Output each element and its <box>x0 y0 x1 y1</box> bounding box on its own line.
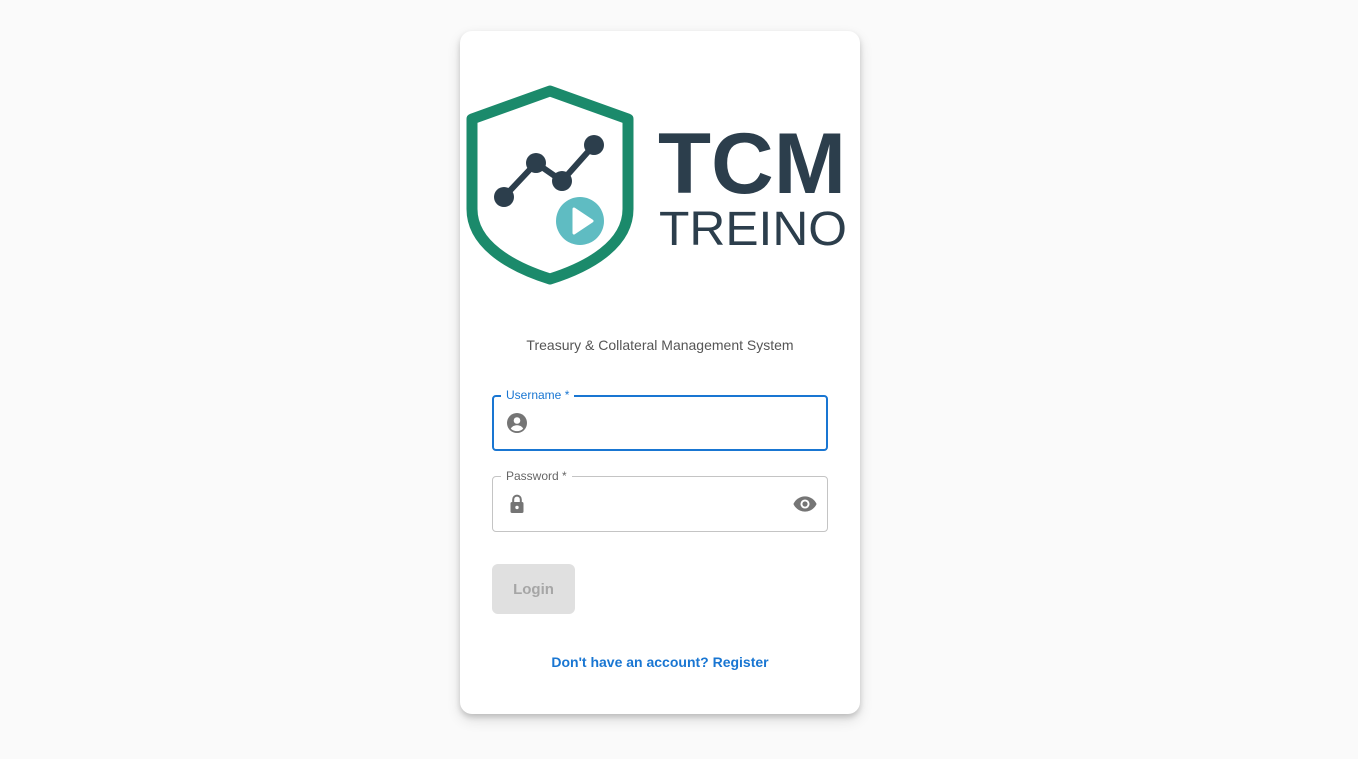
password-field[interactable]: Password * <box>492 468 828 533</box>
lock-icon <box>510 494 524 513</box>
tcm-treino-logo: TCM TREINO <box>466 85 847 285</box>
login-button[interactable]: Login <box>492 564 575 614</box>
password-input[interactable] <box>539 477 783 533</box>
username-field[interactable]: Username * <box>492 387 828 451</box>
svg-text:TREINO: TREINO <box>659 203 847 256</box>
login-card: TCM TREINO Treasury & Collateral Managem… <box>460 31 860 714</box>
eye-icon[interactable] <box>792 491 818 517</box>
register-link[interactable]: Don't have an account? Register <box>460 654 860 670</box>
username-input[interactable] <box>540 397 784 451</box>
trend-line-icon <box>501 142 597 200</box>
svg-text:TCM: TCM <box>658 116 846 212</box>
app-subtitle: Treasury & Collateral Management System <box>526 337 794 353</box>
account-circle-icon <box>507 413 527 433</box>
shield-icon <box>466 85 634 285</box>
